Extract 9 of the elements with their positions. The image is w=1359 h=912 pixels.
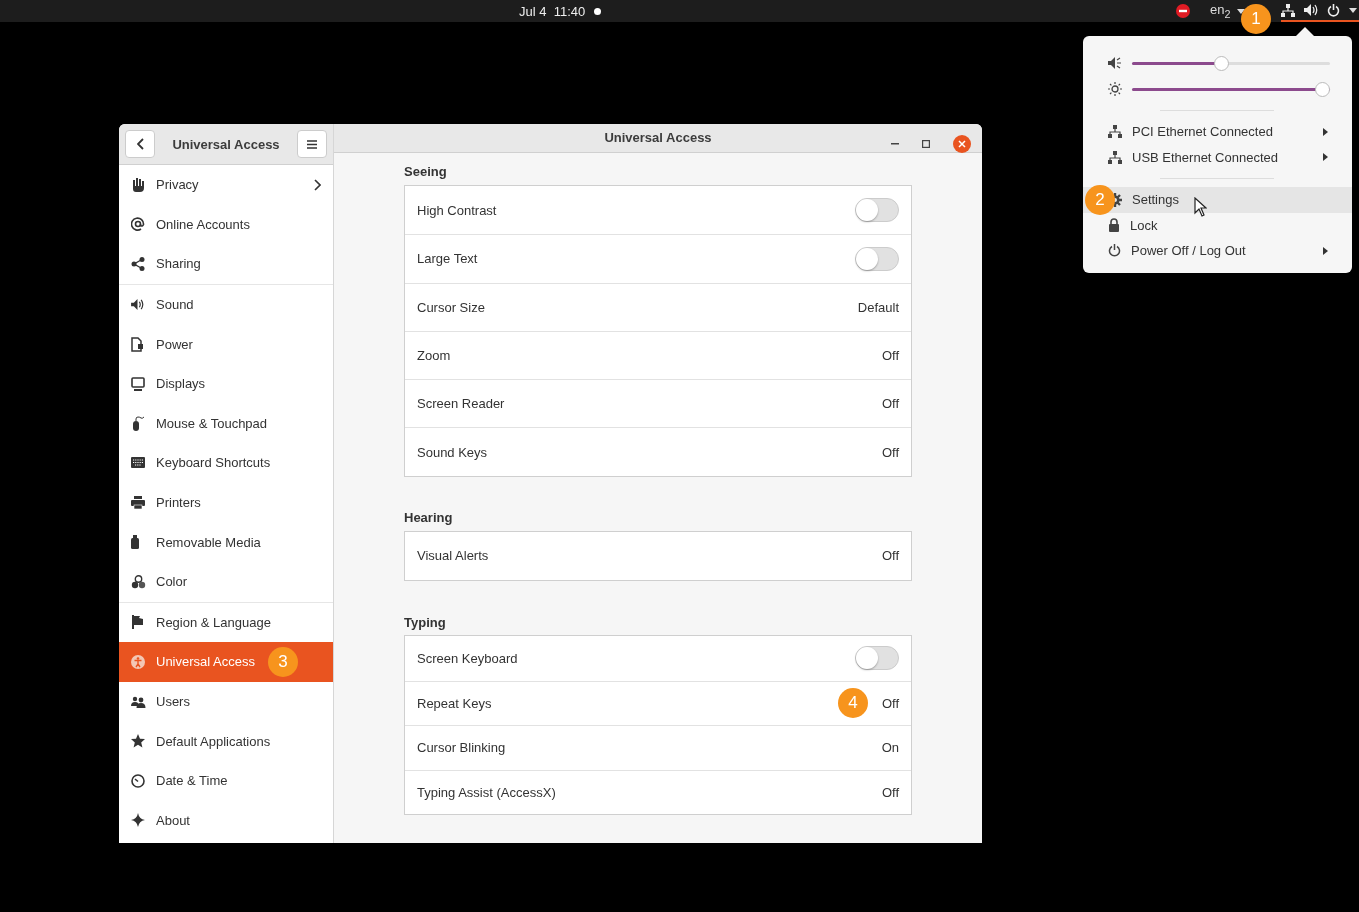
- step-badge: 2: [1085, 185, 1115, 215]
- window-title: Universal Access: [604, 130, 712, 146]
- step-badge: 3: [268, 646, 298, 677]
- step-badge: 4: [837, 688, 868, 719]
- sidebar-title: Universal Access: [171, 136, 281, 152]
- section-heading: Hearing: [404, 509, 454, 528]
- section-heading: Typing: [404, 613, 447, 632]
- section-heading: Seeing: [404, 163, 448, 182]
- step-badge: 1: [1241, 4, 1271, 34]
